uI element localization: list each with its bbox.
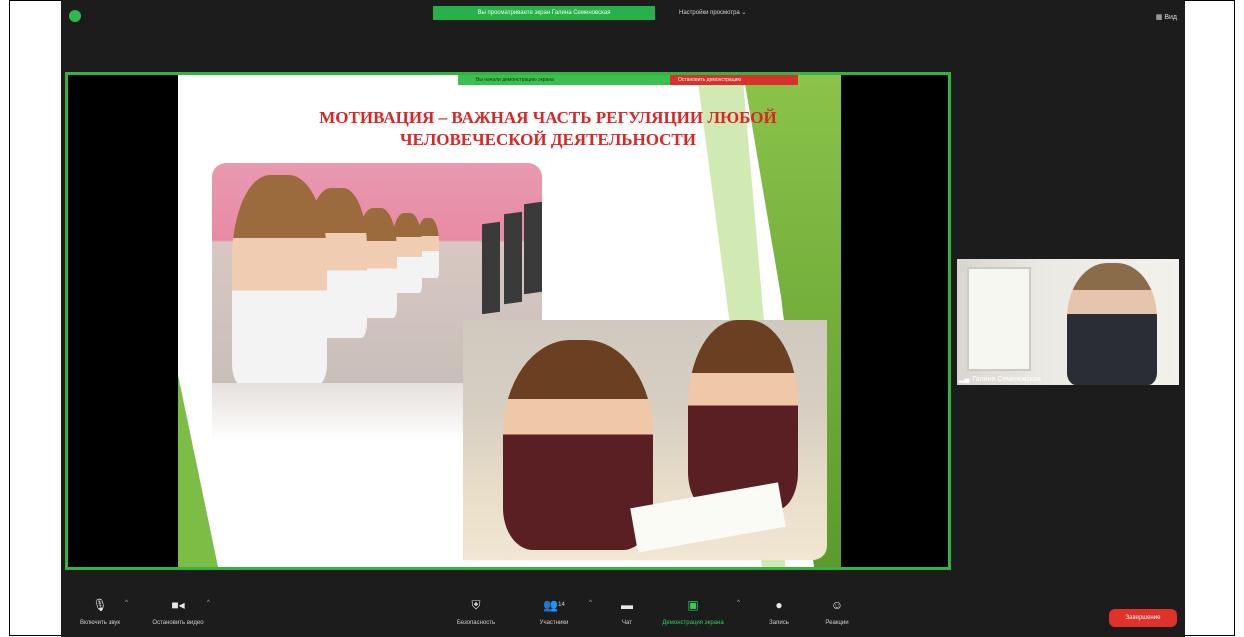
participants-count: 14 bbox=[558, 602, 565, 608]
meeting-controls-toolbar: 🎙 ^ Включить звук ■◂ ^ Остановить видео … bbox=[61, 596, 1185, 637]
share-screen-button[interactable]: ▣ ^ Демонстрация экрана bbox=[657, 596, 739, 626]
chevron-up-icon[interactable]: ^ bbox=[589, 600, 592, 606]
participant-name: Галина Семеновская bbox=[972, 376, 1041, 383]
video-button[interactable]: ■◂ ^ Остановить видео bbox=[143, 596, 213, 626]
participants-icon: 👥14 bbox=[543, 598, 565, 612]
stop-share-button[interactable]: Остановить демонстрацию bbox=[670, 75, 798, 85]
security-icon: ⛨ bbox=[471, 598, 481, 612]
photo-children-writing bbox=[463, 320, 827, 560]
photo-child bbox=[503, 340, 653, 550]
video-label: Остановить видео bbox=[152, 620, 204, 626]
participant-person bbox=[1067, 263, 1157, 385]
shield-icon[interactable] bbox=[69, 10, 81, 22]
signal-icon: ▂▄ bbox=[959, 376, 970, 383]
photo-monitor bbox=[524, 201, 542, 295]
slide-title-line-1: МОТИВАЦИЯ – ВАЖНАЯ ЧАСТЬ РЕГУЛЯЦИИ ЛЮБОЙ bbox=[319, 108, 777, 127]
slide-title: МОТИВАЦИЯ – ВАЖНАЯ ЧАСТЬ РЕГУЛЯЦИИ ЛЮБОЙ… bbox=[268, 107, 828, 151]
record-icon: ● bbox=[775, 598, 783, 612]
participants-button[interactable]: 👥14 ^ Участники bbox=[529, 596, 592, 626]
shared-screen: Вы начали демонстрацию экрана Остановить… bbox=[65, 72, 951, 570]
view-options-label: Настройки просмотра bbox=[679, 10, 740, 16]
chevron-up-icon[interactable]: ^ bbox=[125, 600, 128, 606]
record-button[interactable]: ● Запись bbox=[763, 596, 795, 626]
share-status: Вы начали демонстрацию экрана bbox=[458, 75, 670, 85]
reactions-button[interactable]: ☺ Реакции bbox=[817, 596, 857, 626]
photo-monitor bbox=[504, 211, 522, 305]
mute-label: Включить звук bbox=[79, 620, 120, 626]
viewing-share-banner: Вы просматриваете экран Галина Семеновск… bbox=[433, 6, 655, 20]
reactions-label: Реакции bbox=[825, 620, 849, 626]
presenter-share-toolbar: Вы начали демонстрацию экрана Остановить… bbox=[458, 75, 798, 85]
microphone-icon: 🎙 bbox=[92, 598, 108, 612]
record-label: Запись bbox=[769, 620, 789, 626]
participants-label: Участники bbox=[539, 620, 569, 626]
reactions-icon: ☺ bbox=[830, 598, 844, 612]
mute-button[interactable]: 🎙 ^ Включить звук bbox=[69, 596, 131, 626]
background-window bbox=[967, 267, 1031, 371]
chevron-up-icon[interactable]: ^ bbox=[207, 600, 210, 606]
view-options-menu[interactable]: Настройки просмотра ⌄ bbox=[673, 6, 752, 20]
photo-child bbox=[688, 320, 798, 510]
chat-button[interactable]: ▬ Чат bbox=[613, 596, 641, 626]
share-screen-icon: ▣ bbox=[687, 598, 699, 612]
security-button[interactable]: ⛨ Безопасность bbox=[446, 596, 506, 626]
slide-title-line-2: ЧЕЛОВЕЧЕСКОЙ ДЕЯТЕЛЬНОСТИ bbox=[399, 130, 696, 149]
presentation-slide: Вы начали демонстрацию экрана Остановить… bbox=[178, 75, 841, 567]
chevron-up-icon[interactable]: ^ bbox=[737, 600, 740, 606]
end-meeting-button[interactable]: Завершение bbox=[1109, 609, 1177, 627]
share-screen-label: Демонстрация экрана bbox=[662, 620, 724, 626]
participant-name-label: ▂▄ Галина Семеновская bbox=[959, 375, 1041, 383]
participant-video-tile[interactable]: ▂▄ Галина Семеновская bbox=[957, 259, 1179, 385]
view-button-label: Вид bbox=[1164, 14, 1177, 21]
chat-icon: ▬ bbox=[621, 598, 633, 612]
photo-monitor bbox=[482, 221, 500, 315]
photo-student bbox=[232, 175, 327, 383]
view-button[interactable]: ▦ Вид bbox=[1156, 13, 1177, 21]
video-icon: ■◂ bbox=[171, 598, 185, 612]
security-label: Безопасность bbox=[456, 620, 496, 626]
chat-label: Чат bbox=[622, 620, 632, 626]
zoom-meeting-window: Вы просматриваете экран Галина Семеновск… bbox=[61, 0, 1185, 637]
